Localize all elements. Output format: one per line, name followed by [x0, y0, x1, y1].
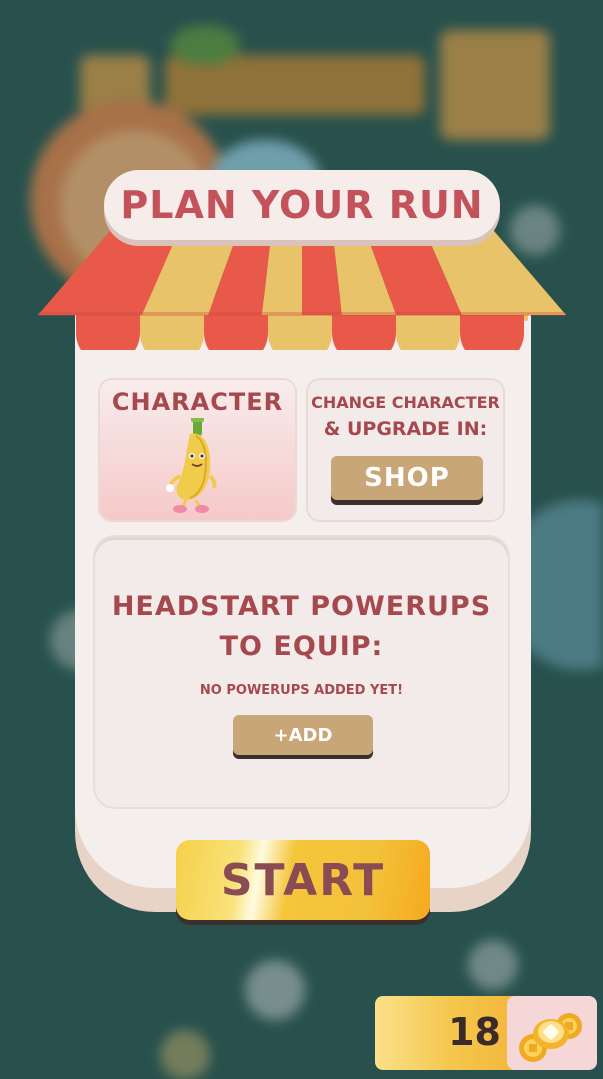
shop-text-line2: & UPGRADE IN:: [323, 418, 488, 440]
powerups-empty-text: NO POWERUPS ADDED YET!: [199, 683, 404, 698]
powerups-title-line2: TO EQUIP:: [219, 631, 384, 662]
start-label: START: [220, 854, 386, 906]
coins-icon: [519, 1013, 582, 1062]
powerups-title-line1: HEADSTART POWERUPS: [111, 591, 492, 622]
start-button[interactable]: START: [176, 840, 430, 920]
shop-text-line1: CHANGE CHARACTER: [311, 393, 500, 412]
add-powerup-button[interactable]: +ADD: [233, 715, 373, 755]
title-plate: PLAN YOUR RUN: [104, 170, 500, 240]
character-card[interactable]: CHARACTER: [100, 380, 295, 520]
shop-description: CHANGE CHARACTER & UPGRADE IN:: [308, 390, 503, 442]
currency-count: 18: [448, 1010, 501, 1054]
currency-display: 18: [375, 996, 597, 1070]
shop-button[interactable]: SHOP: [331, 456, 483, 500]
currency-bar: 18: [375, 996, 521, 1070]
powerups-card: HEADSTART POWERUPS TO EQUIP: NO POWERUPS…: [95, 537, 508, 807]
powerups-title: HEADSTART POWERUPS TO EQUIP:: [95, 587, 508, 667]
coins-icon-box[interactable]: [507, 996, 597, 1070]
banana-character-icon: [166, 418, 217, 513]
character-label: CHARACTER: [111, 388, 284, 416]
page-title: PLAN YOUR RUN: [120, 183, 484, 227]
shop-card: CHANGE CHARACTER & UPGRADE IN: SHOP: [308, 380, 503, 520]
